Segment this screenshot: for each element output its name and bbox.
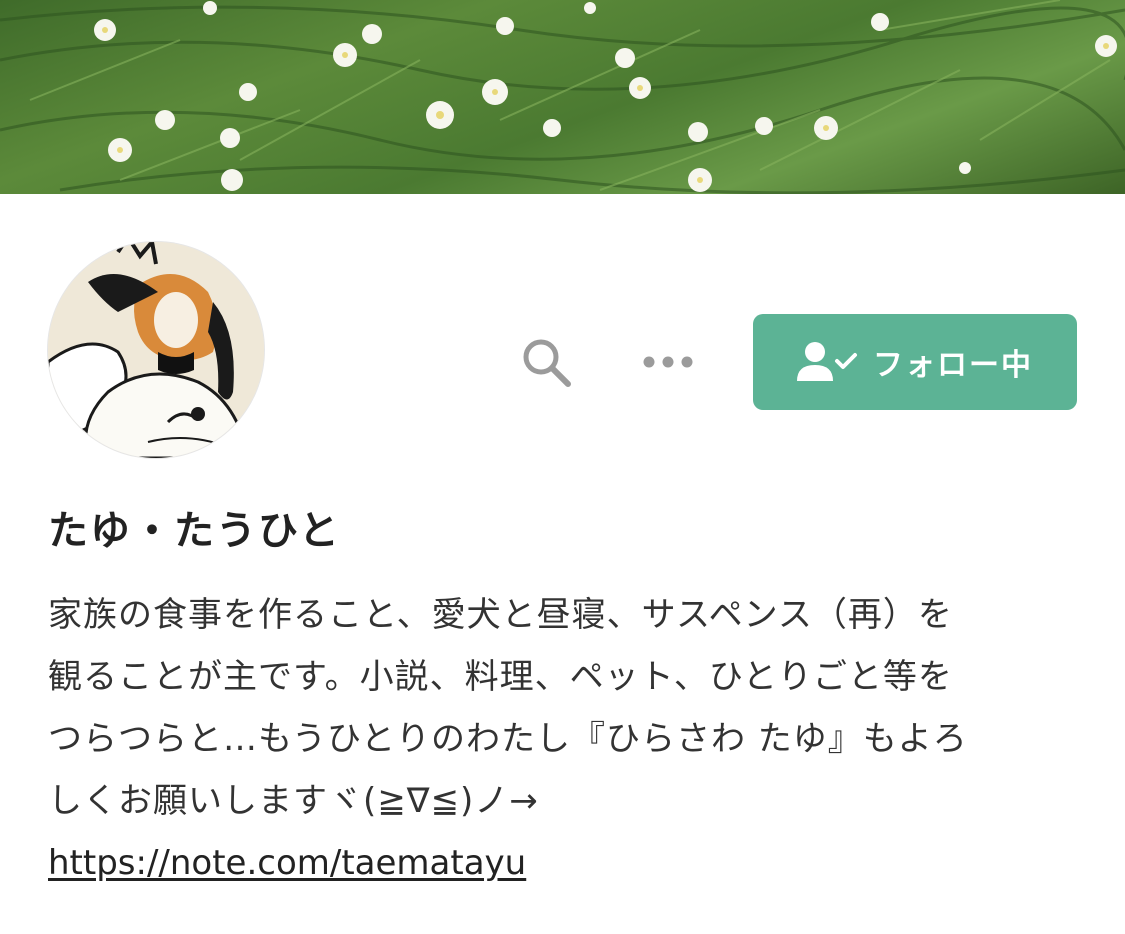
bio-line: 家族の食事を作ること、愛犬と昼寝、サスペンス（再）を — [48, 595, 953, 635]
search-button[interactable] — [512, 330, 580, 394]
bio-line: しくお願いしますヾ(≧∇≦)ノ→ — [48, 781, 539, 821]
avatar[interactable] — [48, 242, 264, 458]
following-button[interactable]: フォロー中 — [753, 314, 1077, 410]
header-banner-image — [0, 0, 1125, 194]
profile-page: フォロー中 たゆ・たうひと 家族の食事を作ること、愛犬と昼寝、サスペンス（再）を… — [0, 0, 1125, 934]
avatar-illustration — [48, 242, 264, 458]
profile-name: たゆ・たうひと — [48, 508, 341, 554]
profile-bio: 家族の食事を作ること、愛犬と昼寝、サスペンス（再）を 観ることが主です。小説、料… — [48, 584, 1088, 832]
bio-line: つらつらと…もうひとりのわたし『ひらさわ たゆ』もよろ — [48, 719, 968, 759]
bio-line: 観ることが主です。小説、料理、ペット、ひとりごと等を — [48, 657, 953, 697]
profile-link[interactable]: https://note.com/taematayu — [48, 832, 526, 894]
user-check-icon — [797, 342, 857, 381]
more-options-button[interactable] — [636, 340, 700, 384]
more-horizontal-icon — [643, 356, 693, 368]
following-button-label: フォロー中 — [873, 348, 1033, 383]
search-icon — [523, 339, 571, 387]
banner-flowers-graphic — [0, 0, 1125, 194]
